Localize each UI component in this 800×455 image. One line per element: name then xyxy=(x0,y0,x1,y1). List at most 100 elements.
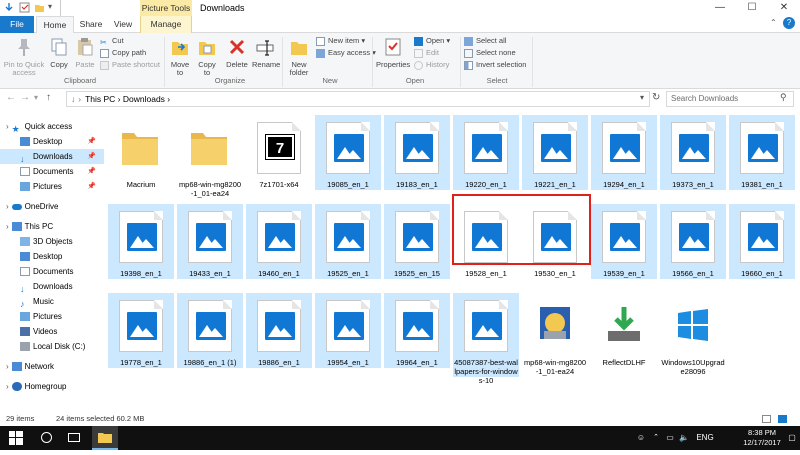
file-item[interactable]: 19433_en_1 xyxy=(177,204,243,279)
quick-access-dropdown-icon[interactable]: ▾ xyxy=(48,2,59,13)
nav-qa-desktop[interactable]: Desktop 📌 xyxy=(0,134,104,149)
file-item[interactable]: 19381_en_1 xyxy=(729,115,795,190)
easy-access-button[interactable]: Easy access ▾ xyxy=(316,47,376,59)
nav-pc-3d-objects[interactable]: 3D Objects xyxy=(0,234,104,249)
copy-path-button[interactable]: Copy path xyxy=(100,47,146,59)
new-folder-button[interactable]: New folder xyxy=(286,37,312,77)
minimize-button[interactable]: — xyxy=(705,0,735,16)
file-item[interactable]: 45087387-best-wallpapers-for-windows-10 xyxy=(453,293,519,385)
file-item[interactable]: 19539_en_1 xyxy=(591,204,657,279)
properties-button[interactable]: Properties xyxy=(376,37,410,69)
pin-to-quick-access-button[interactable]: Pin to Quick access xyxy=(2,37,46,77)
cut-button[interactable]: ✂ Cut xyxy=(100,35,124,47)
back-arrow-icon[interactable]: ← xyxy=(6,92,16,103)
nav-pc-downloads[interactable]: ↓ Downloads xyxy=(0,279,104,294)
file-item[interactable]: 19294_en_1 xyxy=(591,115,657,190)
rename-button[interactable]: Rename xyxy=(252,37,280,69)
file-item[interactable]: mp68-win-mg8200-1_01-ea24 xyxy=(177,115,243,199)
select-none-button[interactable]: Select none xyxy=(464,47,516,59)
file-item[interactable]: ReflectDLHF xyxy=(591,293,657,368)
maximize-button[interactable]: ☐ xyxy=(737,0,767,16)
refresh-icon[interactable]: ↻ xyxy=(652,92,660,103)
new-item-button[interactable]: New item ▾ xyxy=(316,35,365,47)
file-item[interactable]: 19886_en_1 xyxy=(246,293,312,368)
nav-pc-documents[interactable]: Documents xyxy=(0,264,104,279)
collapse-ribbon-icon[interactable]: ⌃ xyxy=(770,18,777,27)
nav-homegroup[interactable]: › Homegroup xyxy=(0,379,104,394)
properties-check-icon[interactable] xyxy=(19,2,30,13)
close-button[interactable]: ✕ xyxy=(769,0,799,16)
file-item[interactable]: 19954_en_1 xyxy=(315,293,381,368)
address-bar[interactable]: ↓ › This PC › Downloads › xyxy=(66,91,650,107)
history-button[interactable]: History xyxy=(414,59,449,71)
details-view-icon[interactable] xyxy=(762,415,771,423)
nav-pc-music[interactable]: ♪ Music xyxy=(0,294,104,309)
show-hidden-icons-icon[interactable]: ⌃ xyxy=(650,426,662,450)
file-item[interactable]: 19525_en_1 xyxy=(315,204,381,279)
nav-this-pc[interactable]: › This PC xyxy=(0,219,104,234)
notifications-icon[interactable]: ▢ xyxy=(786,426,798,450)
file-item[interactable]: 19460_en_1 xyxy=(246,204,312,279)
clock[interactable]: 8:38 PM 12/17/2017 xyxy=(740,426,784,450)
task-view-button[interactable] xyxy=(62,426,86,450)
nav-qa-documents[interactable]: Documents 📌 xyxy=(0,164,104,179)
delete-button[interactable]: Delete xyxy=(224,37,250,69)
recent-dropdown-icon[interactable]: ▾ xyxy=(34,93,38,102)
nav-pc-local-disk[interactable]: Local Disk (C:) xyxy=(0,339,104,354)
tab-file[interactable]: File xyxy=(0,16,34,33)
file-item[interactable]: mp68-win-mg8200-1_01-ea24 xyxy=(522,293,588,377)
invert-selection-button[interactable]: Invert selection xyxy=(464,59,526,71)
file-item[interactable]: 19373_en_1 xyxy=(660,115,726,190)
tab-share[interactable]: Share xyxy=(76,16,106,33)
file-item[interactable]: 19398_en_1 xyxy=(108,204,174,279)
file-item[interactable]: Macrium xyxy=(108,115,174,190)
file-item[interactable]: 19660_en_1 xyxy=(729,204,795,279)
tab-home[interactable]: Home xyxy=(36,16,74,33)
paste-shortcut-button[interactable]: Paste shortcut xyxy=(100,59,160,71)
nav-pc-videos[interactable]: Videos xyxy=(0,324,104,339)
select-all-button[interactable]: Select all xyxy=(464,35,506,47)
forward-arrow-icon[interactable]: → xyxy=(20,92,30,103)
volume-icon[interactable]: 🔈 xyxy=(678,426,690,450)
edit-button[interactable]: Edit xyxy=(414,47,439,59)
file-item[interactable]: 19778_en_1 xyxy=(108,293,174,368)
paste-button[interactable]: Paste xyxy=(73,37,97,69)
help-icon[interactable]: ? xyxy=(783,17,795,29)
move-to-button[interactable]: Move to xyxy=(168,37,192,77)
tab-view[interactable]: View xyxy=(108,16,138,33)
open-button[interactable]: Open ▾ xyxy=(414,35,450,47)
address-dropdown-icon[interactable]: ▾ xyxy=(640,93,644,102)
tab-manage[interactable]: Manage xyxy=(140,16,192,33)
copy-button[interactable]: Copy xyxy=(47,37,71,69)
people-icon[interactable]: ☺ xyxy=(634,426,648,450)
start-button[interactable] xyxy=(0,426,32,450)
network-icon[interactable]: ▭ xyxy=(664,426,676,450)
file-item[interactable]: 7 7z1701-x64 xyxy=(246,115,312,190)
nav-network[interactable]: › Network xyxy=(0,359,104,374)
large-icons-view-icon[interactable] xyxy=(778,415,787,423)
nav-pc-pictures[interactable]: Pictures xyxy=(0,309,104,324)
file-item[interactable]: 19183_en_1 xyxy=(384,115,450,190)
up-arrow-icon[interactable]: ↑ xyxy=(46,92,51,103)
file-item[interactable]: 19886_en_1 (1) xyxy=(177,293,243,368)
language-indicator[interactable]: ENG xyxy=(694,426,716,450)
cortana-button[interactable] xyxy=(34,426,58,450)
nav-pc-desktop[interactable]: Desktop xyxy=(0,249,104,264)
file-item[interactable]: 19566_en_1 xyxy=(660,204,726,279)
file-item[interactable]: 19220_en_1 xyxy=(453,115,519,190)
file-item[interactable]: 19085_en_1 xyxy=(315,115,381,190)
copy-to-button[interactable]: Copy to xyxy=(195,37,219,77)
file-item[interactable]: 19964_en_1 xyxy=(384,293,450,368)
search-input[interactable]: Search Downloads xyxy=(666,91,794,107)
nav-qa-downloads[interactable]: ↓ Downloads 📌 xyxy=(0,149,104,164)
file-explorer-taskbar-button[interactable] xyxy=(92,426,118,450)
file-item[interactable]: 19221_en_1 xyxy=(522,115,588,190)
nav-qa-pictures[interactable]: Pictures 📌 xyxy=(0,179,104,194)
file-item[interactable]: Windows10Upgrade28096 xyxy=(660,293,726,377)
down-arrow-icon[interactable] xyxy=(4,2,15,13)
nav-quick-access[interactable]: › ★ Quick access xyxy=(0,119,104,134)
file-item[interactable]: 19525_en_15 xyxy=(384,204,450,279)
nav-onedrive[interactable]: › OneDrive xyxy=(0,199,104,214)
image-file-icon xyxy=(119,300,163,352)
new-folder-icon[interactable] xyxy=(34,2,45,13)
